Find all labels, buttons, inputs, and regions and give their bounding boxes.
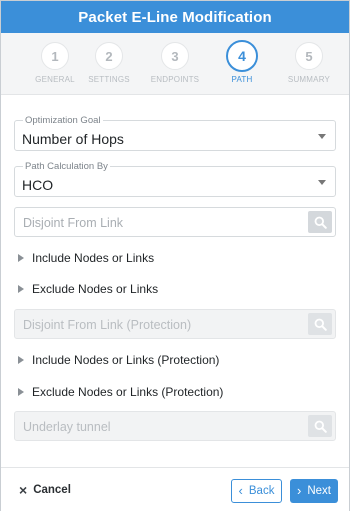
step-label: ENDPOINTS xyxy=(150,75,200,84)
search-icon xyxy=(314,216,327,229)
caret-right-icon xyxy=(18,285,24,293)
search-icon xyxy=(314,420,327,433)
dialog-title: Packet E-Line Modification xyxy=(78,8,272,26)
chevron-right-icon: › xyxy=(297,483,302,498)
disjoint-from-link-protection-input: Disjoint From Link (Protection) xyxy=(14,309,336,339)
dialog-header: Packet E-Line Modification xyxy=(1,1,349,33)
step-number: 3 xyxy=(161,42,189,70)
underlay-tunnel-input: Underlay tunnel xyxy=(14,411,336,441)
disjoint-from-link-protection-placeholder: Disjoint From Link (Protection) xyxy=(23,318,192,332)
cancel-button[interactable]: × Cancel xyxy=(19,481,71,498)
step-endpoints[interactable]: 3 ENDPOINTS xyxy=(140,42,210,84)
exclude-nodes-protection-expander[interactable]: Exclude Nodes or Links (Protection) xyxy=(18,385,223,399)
optimization-goal-value: Number of Hops xyxy=(22,131,124,147)
include-nodes-protection-label: Include Nodes or Links (Protection) xyxy=(32,353,220,367)
include-nodes-label: Include Nodes or Links xyxy=(32,251,155,265)
step-number: 2 xyxy=(95,42,123,70)
path-calculation-select[interactable]: Path Calculation By HCO xyxy=(14,161,336,197)
path-calculation-label: Path Calculation By xyxy=(23,161,110,172)
disjoint-from-link-input[interactable]: Disjoint From Link xyxy=(14,207,336,237)
disjoint-from-link-placeholder: Disjoint From Link xyxy=(23,216,124,230)
step-label: PATH xyxy=(231,75,253,84)
search-icon xyxy=(314,318,327,331)
disjoint-from-link-search-button[interactable] xyxy=(308,211,332,233)
step-label: GENERAL xyxy=(35,75,75,84)
underlay-tunnel-search-button xyxy=(308,415,332,437)
next-label: Next xyxy=(307,485,331,497)
optimization-goal-label: Optimization Goal xyxy=(23,115,103,126)
back-button[interactable]: ‹ Back xyxy=(231,479,282,503)
chevron-down-icon xyxy=(318,134,326,139)
path-calculation-value: HCO xyxy=(22,177,54,193)
optimization-goal-select[interactable]: Optimization Goal Number of Hops xyxy=(14,115,336,151)
close-icon: × xyxy=(19,481,28,498)
include-nodes-expander[interactable]: Include Nodes or Links xyxy=(18,251,154,265)
exclude-nodes-label: Exclude Nodes or Links xyxy=(32,282,159,296)
caret-right-icon xyxy=(18,254,24,262)
step-summary[interactable]: 5 SUMMARY xyxy=(274,42,344,84)
exclude-nodes-expander[interactable]: Exclude Nodes or Links xyxy=(18,282,158,296)
packet-eline-modification-dialog: Packet E-Line Modification 1 GENERAL 2 S… xyxy=(0,0,350,511)
step-settings[interactable]: 2 SETTINGS xyxy=(74,42,144,84)
include-nodes-protection-expander[interactable]: Include Nodes or Links (Protection) xyxy=(18,353,219,367)
step-number: 5 xyxy=(295,42,323,70)
step-label: SUMMARY xyxy=(287,75,331,84)
step-number: 4 xyxy=(226,40,258,72)
dialog-footer: × Cancel ‹ Back › Next xyxy=(1,467,349,511)
chevron-left-icon: ‹ xyxy=(238,483,243,498)
exclude-nodes-protection-label: Exclude Nodes or Links (Protection) xyxy=(32,385,224,399)
chevron-down-icon xyxy=(318,180,326,185)
disjoint-protection-search-button xyxy=(308,313,332,335)
wizard-stepper: 1 GENERAL 2 SETTINGS 3 ENDPOINTS 4 PATH … xyxy=(1,33,349,95)
step-label: SETTINGS xyxy=(88,75,130,84)
step-path[interactable]: 4 PATH xyxy=(207,40,277,84)
cancel-label: Cancel xyxy=(33,484,71,496)
back-label: Back xyxy=(248,485,275,497)
underlay-tunnel-placeholder: Underlay tunnel xyxy=(23,420,111,434)
next-button[interactable]: › Next xyxy=(290,479,338,503)
caret-right-icon xyxy=(18,356,24,364)
step-number: 1 xyxy=(41,42,69,70)
caret-right-icon xyxy=(18,388,24,396)
